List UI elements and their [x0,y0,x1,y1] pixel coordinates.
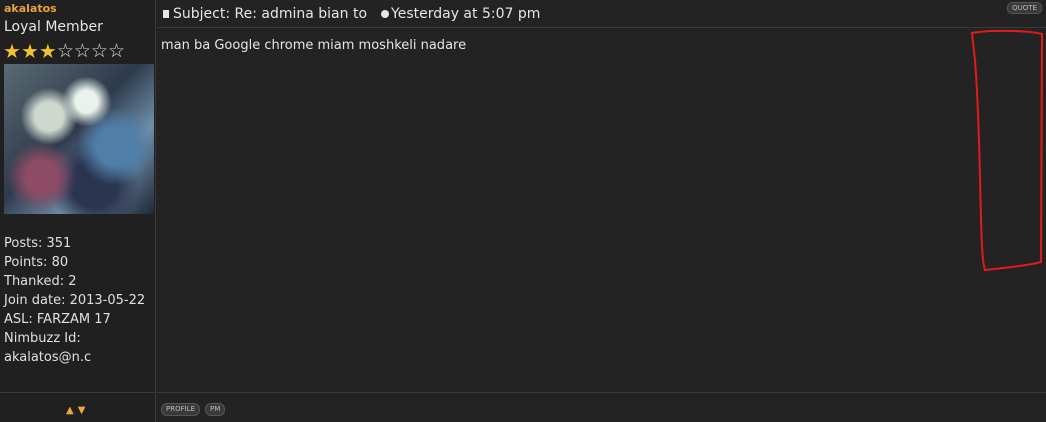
arrow-down-icon[interactable]: ▼ [78,405,86,416]
star-filled-icon: ★ [20,39,39,63]
left-footer-bar: ▲ ▼ [0,392,155,422]
post-header: Subject: Re: admina bian to Yesterday at… [157,0,1046,28]
stat-join-date: Join date: 2013-05-22 [4,293,146,308]
stat-nimbuzz-label: Nimbuzz Id: [4,331,81,346]
stat-asl: ASL: FARZAM 17 [4,312,111,327]
post-time: Yesterday at 5:07 pm [391,5,541,22]
stat-points: Points: 80 [4,255,69,270]
post-subject: Subject: Re: admina bian to [173,5,368,22]
user-rank: Loyal Member [4,19,103,35]
avatar [4,64,154,214]
star-empty-icon: ☆ [73,40,91,62]
post-footer: PROFILE PM [157,392,1046,422]
stat-nimbuzz-value: akalatos@n.c [4,350,92,365]
document-icon [163,9,169,18]
stat-thanked: Thanked: 2 [4,274,77,289]
user-profile-panel: akalatos Loyal Member ★ ★ ★ ☆ ☆ ☆ ☆ Post… [0,0,156,422]
forum-post: akalatos Loyal Member ★ ★ ★ ☆ ☆ ☆ ☆ Post… [0,0,1046,422]
stat-posts: Posts: 351 [4,236,72,251]
pm-button[interactable]: PM [205,403,226,416]
arrow-up-icon[interactable]: ▲ [66,405,74,416]
star-empty-icon: ☆ [107,40,125,62]
star-empty-icon: ☆ [56,40,74,62]
star-filled-icon: ★ [38,39,57,63]
username-link[interactable]: akalatos [4,2,57,15]
star-filled-icon: ★ [3,39,21,63]
star-empty-icon: ☆ [90,40,108,62]
post-message: man ba Google chrome miam moshkeli nadar… [161,38,467,53]
scroll-arrows: ▲ ▼ [66,405,85,416]
clock-icon [381,9,390,18]
rank-stars: ★ ★ ★ ☆ ☆ ☆ ☆ [3,40,125,62]
quote-button[interactable]: QUOTE [1007,2,1042,14]
profile-button[interactable]: PROFILE [161,403,201,416]
post-content-panel: Subject: Re: admina bian to Yesterday at… [157,0,1046,422]
